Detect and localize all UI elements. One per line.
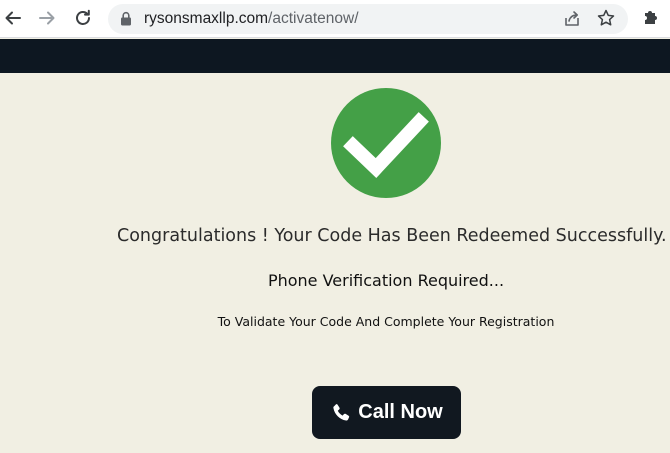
back-button[interactable]: [0, 5, 26, 31]
congrats-heading: Congratulations ! Your Code Has Been Red…: [117, 226, 667, 246]
call-now-button[interactable]: Call Now: [312, 386, 461, 439]
forward-arrow-icon: [39, 11, 55, 25]
call-now-label: Call Now: [358, 401, 443, 423]
forward-button[interactable]: [34, 5, 60, 31]
share-icon[interactable]: [562, 9, 582, 29]
url-path: /activatenow/: [268, 10, 359, 27]
url-text: rysonsmaxllp.com/activatenow/: [144, 10, 359, 28]
browser-toolbar: rysonsmaxllp.com/activatenow/: [0, 0, 670, 38]
reload-icon: [76, 9, 90, 25]
phone-icon: [333, 403, 350, 421]
validate-text: To Validate Your Code And Complete Your …: [217, 314, 555, 329]
phone-verification-text: Phone Verification Required...: [267, 271, 505, 290]
lock-icon: [121, 11, 131, 26]
url-domain: rysonsmaxllp.com: [144, 10, 269, 27]
address-bar[interactable]: rysonsmaxllp.com/activatenow/: [108, 4, 628, 34]
reload-button[interactable]: [70, 5, 96, 31]
back-arrow-icon: [5, 11, 21, 25]
site-header: [0, 39, 670, 73]
checkmark-circle-icon: [331, 88, 441, 198]
star-icon[interactable]: [596, 8, 616, 28]
puzzle-icon[interactable]: [642, 7, 662, 27]
